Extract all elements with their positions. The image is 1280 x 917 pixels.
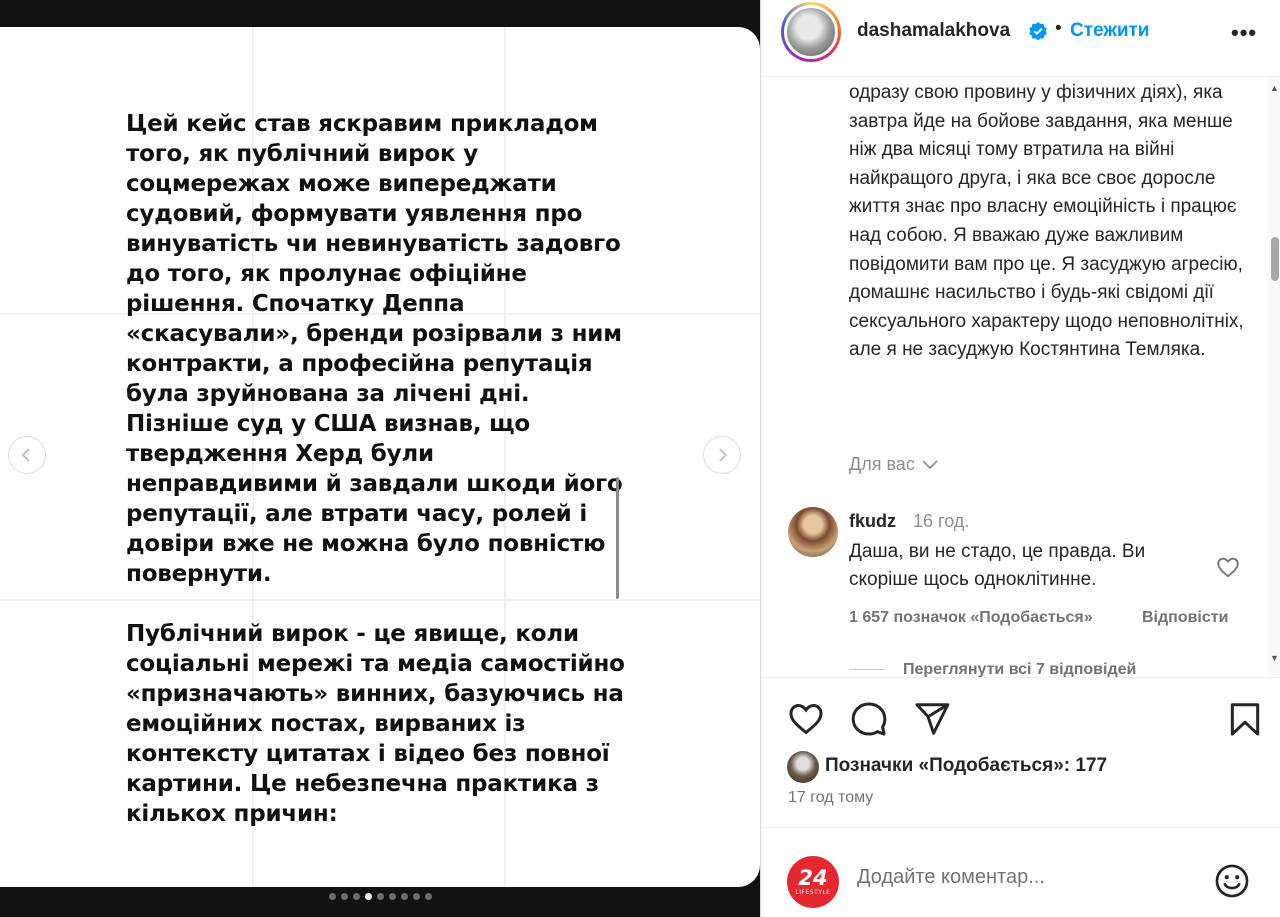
carousel-dot[interactable] <box>424 893 432 900</box>
carousel-dots <box>0 893 760 900</box>
view-replies-divider <box>849 669 885 670</box>
chevron-right-icon <box>719 448 728 462</box>
slide-paragraph: Цей кейс став яскравим прикладом того, я… <box>126 111 623 587</box>
follow-button[interactable]: Стежити <box>1070 20 1149 42</box>
verified-badge-icon <box>1029 22 1047 41</box>
next-slide-button[interactable] <box>703 436 741 474</box>
comment-likes-count[interactable]: 1 657 позначок «Подобається» <box>849 609 1093 627</box>
post-side-panel: dashamalakhova • Стежити ••• одразу свою… <box>760 0 1280 917</box>
scrollbar-thumb[interactable] <box>1271 237 1279 281</box>
comments-scrollbar[interactable]: ▲ ▼ <box>1268 77 1280 677</box>
like-heart-icon[interactable] <box>787 700 825 738</box>
more-options-icon[interactable]: ••• <box>1231 20 1257 46</box>
scroll-up-arrow-icon[interactable]: ▲ <box>1270 83 1279 93</box>
likes-summary[interactable]: Позначки «Подобається»: 177 <box>825 755 1107 777</box>
carousel-dot-active[interactable] <box>364 893 372 900</box>
post-timestamp[interactable]: 17 год тому <box>788 789 873 807</box>
carousel-slide: Цей кейс став яскравим прикладом того, я… <box>0 27 760 887</box>
post-actions-bar: Позначки «Подобається»: 177 17 год тому <box>761 677 1280 827</box>
comments-area[interactable]: одразу свою провину у фізичних діях), як… <box>761 77 1280 677</box>
comment-username[interactable]: fkudz <box>849 511 896 532</box>
carousel-dot[interactable] <box>328 893 336 900</box>
carousel-dot[interactable] <box>412 893 420 900</box>
chevron-left-icon <box>21 448 30 462</box>
carousel-dot[interactable] <box>352 893 360 900</box>
share-send-icon[interactable] <box>913 700 951 738</box>
add-comment-bar: 24 LIFESTYLE <box>761 827 1280 917</box>
profile-avatar[interactable] <box>781 2 841 62</box>
for-you-label: Для вас <box>849 454 915 474</box>
media-pane: Цей кейс став яскравим прикладом того, я… <box>0 0 760 917</box>
save-bookmark-icon[interactable] <box>1226 700 1264 738</box>
comment-text: Даша, ви не стадо, це правда. Ви скоріше… <box>849 541 1146 590</box>
emoji-smiley-icon[interactable] <box>1213 862 1251 900</box>
header-separator: • <box>1055 18 1062 39</box>
comment-heart-icon[interactable] <box>1215 554 1241 580</box>
carousel-dot[interactable] <box>400 893 408 900</box>
current-user-avatar[interactable]: 24 LIFESTYLE <box>787 856 839 908</box>
view-replies-button[interactable]: Переглянути всі 7 відповідей <box>903 661 1136 677</box>
slide-paragraph: Публічний вирок - це явище, коли соціаль… <box>126 621 625 827</box>
comment-timestamp: 16 год. <box>913 511 970 531</box>
scroll-down-arrow-icon[interactable]: ▼ <box>1270 653 1279 663</box>
previous-slide-button[interactable] <box>8 436 46 474</box>
slide-text: Цей кейс став яскравим прикладом того, я… <box>126 109 626 859</box>
comment-bubble-icon[interactable] <box>850 700 888 738</box>
chevron-down-icon <box>922 459 938 469</box>
avatar-logo-number: 24 <box>798 866 828 890</box>
comment-avatar[interactable] <box>788 507 838 557</box>
carousel-dot[interactable] <box>340 893 348 900</box>
avatar-logo-label: LIFESTYLE <box>795 889 831 896</box>
post-header: dashamalakhova • Стежити ••• <box>761 0 1280 77</box>
liker-avatar[interactable] <box>787 751 819 783</box>
slide-scroll-indicator <box>616 477 619 599</box>
for-you-toggle[interactable]: Для вас <box>849 454 939 475</box>
post-caption: одразу свою провину у фізичних діях), як… <box>849 82 1244 361</box>
comment-input[interactable] <box>857 866 1197 889</box>
reply-button[interactable]: Відповісти <box>1142 609 1228 627</box>
carousel-dot[interactable] <box>376 893 384 900</box>
username-link[interactable]: dashamalakhova <box>857 20 1010 42</box>
carousel-dot[interactable] <box>388 893 396 900</box>
